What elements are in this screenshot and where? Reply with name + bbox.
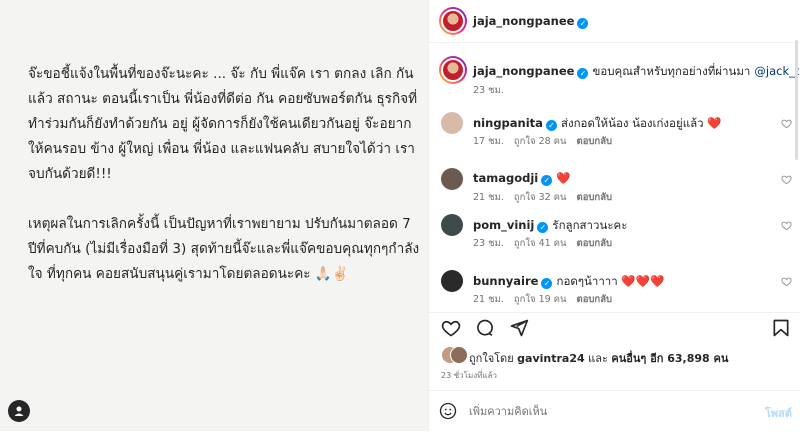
- verified-icon: ✓: [545, 120, 557, 131]
- comment-line: ningpanita ✓ ส่งกอดให้น้อง น้องเก่งอยู่แล…: [473, 115, 722, 133]
- header-username-text[interactable]: jaja_nongpanee: [473, 14, 574, 28]
- comment-likes[interactable]: ถูกใจ 32 คน: [514, 192, 567, 203]
- comment-line: pom_vinij ✓ รักลูกสาวนะคะ: [473, 217, 627, 235]
- reply-button[interactable]: ตอบกลับ: [577, 294, 613, 305]
- scrollbar[interactable]: [795, 40, 798, 160]
- avatar: [450, 346, 468, 364]
- likes-line: ถูกใจโดย gavintra24 และ คนอื่นๆ อีก 63,8…: [469, 349, 728, 367]
- reply-button[interactable]: ตอบกลับ: [577, 136, 613, 147]
- post-image: จ๊ะขอชี้แจ้งในพื้นที่ของจ๊ะนะคะ ... จ๊ะ …: [0, 0, 428, 431]
- comment-heart-icon[interactable]: [781, 174, 792, 185]
- comment-icon[interactable]: [475, 318, 495, 338]
- comment-line: tamagodji ✓ ❤️: [473, 171, 571, 186]
- comment-text: กอดๆน้าาาา ❤️❤️❤️: [556, 274, 665, 288]
- comment-username[interactable]: ningpanita: [473, 116, 543, 130]
- comment-time: 17 ชม.: [473, 136, 504, 147]
- emoji-icon[interactable]: [439, 402, 457, 420]
- header-username[interactable]: jaja_nongpanee ✓: [473, 14, 589, 29]
- comment-text: ส่งกอดให้น้อง น้องเก่งอยู่แล้ว ❤️: [560, 116, 722, 130]
- post-time: 23 ชั่วโมงที่แล้ว: [441, 371, 497, 380]
- share-icon[interactable]: [509, 318, 529, 338]
- reply-button[interactable]: ตอบกลับ: [577, 192, 613, 203]
- comment-heart-icon[interactable]: [781, 118, 792, 129]
- caption-time: 23 ชม.: [473, 85, 504, 96]
- likes-prefix: ถูกใจโดย: [469, 352, 514, 365]
- comment-likes[interactable]: ถูกใจ 28 คน: [514, 136, 567, 147]
- caption-username[interactable]: jaja_nongpanee: [473, 64, 574, 78]
- comment-username[interactable]: bunnyaire: [473, 274, 538, 288]
- likes-middle: และ: [588, 352, 608, 365]
- caption-mention[interactable]: @jack_tha: [754, 64, 800, 78]
- comment-input[interactable]: [467, 404, 751, 419]
- verified-icon: ✓: [541, 278, 553, 289]
- comment-likes[interactable]: ถูกใจ 41 คน: [514, 238, 567, 249]
- avatar[interactable]: [439, 56, 467, 84]
- avatar[interactable]: [441, 168, 463, 190]
- verified-icon: ✓: [541, 175, 553, 186]
- comment-line: bunnyaire ✓ กอดๆน้าาาา ❤️❤️❤️: [473, 273, 664, 291]
- post-button[interactable]: โพสต์: [765, 404, 792, 422]
- verified-icon: ✓: [577, 68, 589, 79]
- comment-bar: โพสต์: [429, 390, 800, 432]
- verified-icon: ✓: [537, 222, 549, 233]
- comment-meta: 21 ชม. ถูกใจ 32 คน ตอบกลับ: [473, 190, 622, 205]
- post-image-text: จ๊ะขอชี้แจ้งในพื้นที่ของจ๊ะนะคะ ... จ๊ะ …: [28, 62, 420, 287]
- avatar[interactable]: [441, 270, 463, 292]
- verified-icon: ✓: [577, 18, 589, 29]
- post-paragraph-1: จ๊ะขอชี้แจ้งในพื้นที่ของจ๊ะนะคะ ... จ๊ะ …: [28, 66, 418, 182]
- comment-meta: 21 ชม. ถูกใจ 19 คน ตอบกลับ: [473, 292, 622, 307]
- caption-text: ขอบคุณสำหรับทุกอย่างที่ผ่านมา: [592, 64, 751, 78]
- likes-others[interactable]: คนอื่นๆ อีก 63,898 คน: [611, 352, 728, 365]
- comment-username[interactable]: tamagodji: [473, 171, 538, 185]
- ghost-icon[interactable]: [8, 400, 30, 422]
- post-sidebar: jaja_nongpanee ✓ jaja_nongpanee ✓ ขอบคุณสำ…: [429, 0, 800, 431]
- comment-likes[interactable]: ถูกใจ 19 คน: [514, 294, 567, 305]
- comment-meta: 23 ชม. ถูกใจ 41 คน ตอบกลับ: [473, 236, 622, 251]
- heart-icon[interactable]: [441, 318, 461, 338]
- caption-line: jaja_nongpanee ✓ ขอบคุณสำหรับทุกอย่างที่ผ…: [473, 63, 800, 81]
- avatar[interactable]: [441, 112, 463, 134]
- avatar[interactable]: [439, 7, 467, 35]
- comment-text: รักลูกสาวนะคะ: [552, 218, 628, 232]
- post-paragraph-2: เหตุผลในการเลิกครั้งนี้ เป็นปัญหาที่เราพ…: [28, 216, 420, 282]
- avatar[interactable]: [441, 214, 463, 236]
- comment-heart-icon[interactable]: [781, 220, 792, 231]
- bookmark-icon[interactable]: [771, 318, 791, 338]
- comment-time: 21 ชม.: [473, 192, 504, 203]
- comment-meta: 17 ชม. ถูกใจ 28 คน ตอบกลับ: [473, 134, 622, 149]
- comment-heart-icon[interactable]: [781, 276, 792, 287]
- likes-user[interactable]: gavintra24: [517, 352, 584, 365]
- comment-text: ❤️: [556, 171, 571, 185]
- action-bar: [429, 312, 800, 343]
- comment-time: 21 ชม.: [473, 294, 504, 305]
- comment-time: 23 ชม.: [473, 238, 504, 249]
- comment-username[interactable]: pom_vinij: [473, 218, 534, 232]
- post-header: jaja_nongpanee ✓: [429, 0, 800, 43]
- reply-button[interactable]: ตอบกลับ: [577, 238, 613, 249]
